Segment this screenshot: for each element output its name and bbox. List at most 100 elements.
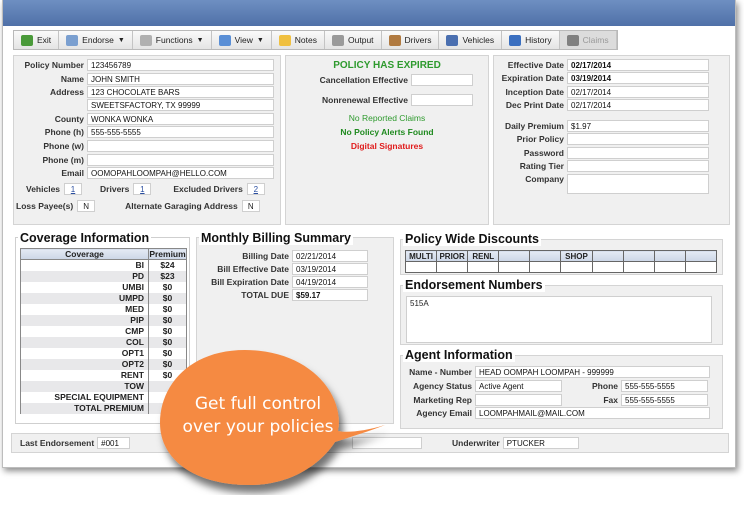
toolbar-history-button[interactable]: History bbox=[502, 31, 560, 49]
rating-tier-field[interactable] bbox=[567, 160, 709, 172]
toolbar-notes-button[interactable]: Notes bbox=[272, 31, 326, 49]
coverage-title: Coverage Information bbox=[18, 231, 152, 245]
bill-expiration-date-label: Bill Expiration Date bbox=[211, 277, 289, 287]
toolbar-button-label: Endorse bbox=[82, 35, 114, 45]
toolbar-button-label: Vehicles bbox=[462, 35, 495, 45]
daily-premium-label: Daily Premium bbox=[504, 121, 564, 131]
phone-work-field[interactable] bbox=[87, 140, 274, 152]
expiration-date-label: Expiration Date bbox=[501, 73, 564, 83]
inception-date-field[interactable]: 02/17/2014 bbox=[567, 86, 709, 98]
coverage-row: MED $0 bbox=[20, 303, 187, 315]
agency-status-field[interactable]: Active Agent bbox=[475, 380, 562, 392]
discount-column-header bbox=[529, 250, 562, 262]
agent-phone-label: Phone bbox=[592, 381, 618, 391]
toolbar-endorse-button[interactable]: Endorse ▼ bbox=[59, 31, 133, 49]
toolbar-view-button[interactable]: View ▼ bbox=[212, 31, 272, 49]
book-icon bbox=[509, 34, 522, 46]
daily-premium-field[interactable]: $1.97 bbox=[567, 120, 709, 132]
total-due-label: TOTAL DUE bbox=[241, 290, 289, 300]
coverage-premium-cell: $0 bbox=[148, 314, 187, 326]
underwriter-field[interactable]: PTUCKER bbox=[502, 437, 579, 449]
discount-cell[interactable] bbox=[560, 261, 593, 273]
last-endorsement-label: Last Endorsement bbox=[20, 438, 95, 448]
toolbar-drivers-button[interactable]: Drivers bbox=[382, 31, 440, 49]
toolbar-button-label: Functions bbox=[155, 35, 193, 45]
toolbar-claims-button: Claims bbox=[559, 31, 617, 49]
alt-garaging-field[interactable]: N bbox=[241, 200, 260, 212]
total-due-field[interactable]: $59.17 bbox=[292, 289, 368, 301]
phone-mobile-field[interactable] bbox=[87, 154, 274, 166]
discount-cell[interactable] bbox=[684, 261, 718, 273]
toolbar-button-label: Output bbox=[348, 35, 374, 45]
loss-payee-field[interactable]: N bbox=[77, 200, 96, 212]
coverage-premium-cell: $0 bbox=[148, 292, 187, 304]
discount-column-header: MULTI bbox=[404, 250, 438, 262]
toolbar-button-label: Notes bbox=[294, 35, 318, 45]
toolbar-button-label: Claims bbox=[582, 35, 609, 45]
email-field[interactable]: OOMOPAHLOOMPAH@HELLO.COM bbox=[87, 167, 274, 179]
bill-effective-date-field[interactable]: 03/19/2014 bbox=[292, 263, 368, 275]
county-field[interactable]: WONKA WONKA bbox=[87, 113, 274, 125]
discount-column-header bbox=[653, 250, 686, 262]
policy-number-field[interactable]: 123456789 bbox=[87, 59, 274, 71]
effective-date-label: Effective Date bbox=[507, 60, 564, 70]
toolbar-button-label: Exit bbox=[37, 35, 52, 45]
toolbar-button-label: Drivers bbox=[404, 35, 432, 45]
agent-fax-field[interactable]: 555-555-5555 bbox=[621, 394, 708, 406]
agent-name-number-field[interactable]: HEAD OOMPAH LOOMPAH - 999999 bbox=[475, 366, 710, 378]
discount-cell[interactable] bbox=[591, 261, 624, 273]
endorsement-numbers-textarea[interactable]: 515A bbox=[406, 296, 712, 343]
effective-date-field[interactable]: 02/17/2014 bbox=[567, 59, 709, 71]
toolbar-output-button[interactable]: Output bbox=[325, 31, 382, 49]
discount-cell[interactable] bbox=[467, 261, 500, 273]
password-field[interactable] bbox=[567, 147, 709, 159]
gear-icon bbox=[139, 34, 152, 46]
nonrenewal-field[interactable] bbox=[411, 94, 473, 106]
drivers-count-link[interactable]: 1 bbox=[133, 183, 152, 195]
address-line2-field[interactable]: SWEETSFACTORY, TX 99999 bbox=[87, 99, 274, 111]
coverage-name-cell: UMBI bbox=[20, 281, 149, 293]
vehicles-count-link[interactable]: 1 bbox=[64, 183, 83, 195]
coverage-name-cell: UMPD bbox=[20, 292, 149, 304]
dec-print-date-field[interactable]: 02/17/2014 bbox=[567, 99, 709, 111]
marketing-rep-field[interactable] bbox=[475, 394, 562, 406]
discount-cell[interactable] bbox=[436, 261, 469, 273]
billing-date-field[interactable]: 02/21/2014 bbox=[292, 250, 368, 262]
note-icon bbox=[278, 34, 291, 46]
agency-email-field[interactable]: LOOMPAHMAIL@MAIL.COM bbox=[475, 407, 710, 419]
binoculars-icon bbox=[566, 34, 579, 46]
phone-mobile-label: Phone (m) bbox=[42, 155, 84, 165]
toolbar-exit-button[interactable]: Exit bbox=[14, 31, 60, 49]
policy-status-panel: POLICY HAS EXPIRED Cancellation Effectiv… bbox=[285, 55, 489, 225]
drivers-label: Drivers bbox=[100, 184, 130, 194]
prior-policy-label: Prior Policy bbox=[516, 134, 564, 144]
agent-phone-field[interactable]: 555-555-5555 bbox=[621, 380, 708, 392]
discount-cell[interactable] bbox=[529, 261, 562, 273]
company-label: Company bbox=[525, 174, 564, 184]
title-bar bbox=[3, 0, 735, 26]
cancellation-label: Cancellation Effective bbox=[319, 75, 408, 85]
prior-policy-field[interactable] bbox=[567, 133, 709, 145]
billing-title: Monthly Billing Summary bbox=[199, 231, 354, 245]
phone-home-field[interactable]: 555-555-5555 bbox=[87, 126, 274, 138]
bill-expiration-date-field[interactable]: 04/19/2014 bbox=[292, 276, 368, 288]
discount-cell[interactable] bbox=[498, 261, 531, 273]
name-field[interactable]: JOHN SMITH bbox=[87, 73, 274, 85]
digital-signatures-link[interactable]: Digital Signatures bbox=[286, 141, 488, 151]
company-field[interactable] bbox=[567, 174, 709, 194]
promo-callout-bubble: Get full control over your policies bbox=[150, 345, 390, 495]
discount-cell[interactable] bbox=[622, 261, 655, 273]
excluded-drivers-count-link[interactable]: 2 bbox=[246, 183, 265, 195]
coverage-name-cell: MED bbox=[20, 303, 149, 315]
discount-cell[interactable] bbox=[653, 261, 686, 273]
policy-number-label: Policy Number bbox=[24, 60, 84, 70]
discount-cell[interactable] bbox=[404, 261, 438, 273]
last-endorsement-field[interactable]: #001 bbox=[97, 437, 131, 449]
address-line1-field[interactable]: 123 CHOCOLATE BARS bbox=[87, 86, 274, 98]
person-icon bbox=[388, 34, 401, 46]
toolbar-vehicles-button[interactable]: Vehicles bbox=[439, 31, 503, 49]
expiration-date-field[interactable]: 03/19/2014 bbox=[567, 72, 709, 84]
cancellation-field[interactable] bbox=[411, 74, 473, 86]
toolbar-functions-button[interactable]: Functions ▼ bbox=[133, 31, 212, 49]
coverage-row: UMPD $0 bbox=[20, 292, 187, 304]
